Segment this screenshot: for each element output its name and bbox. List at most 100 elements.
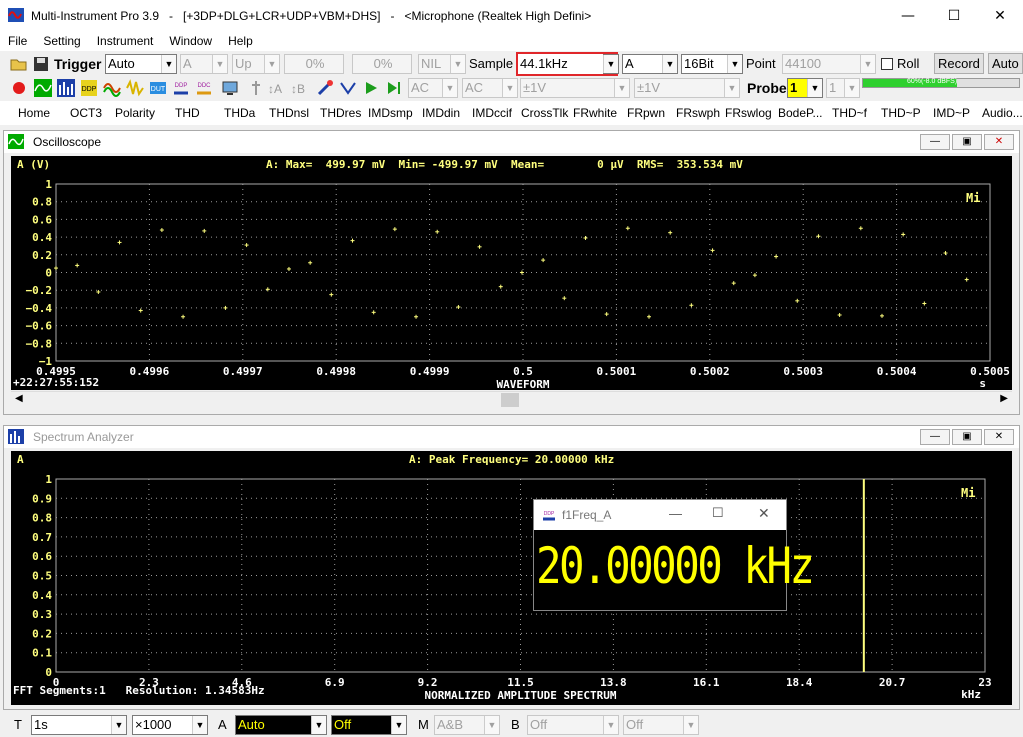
wave-generator-icon[interactable] xyxy=(103,79,121,97)
a-off-select[interactable]: Off ▼ xyxy=(331,715,407,735)
menu-setting[interactable]: Setting xyxy=(35,34,88,48)
sample-channel-select[interactable]: A ▼ xyxy=(622,54,678,74)
spectrum-minimize-button[interactable]: — xyxy=(920,429,950,445)
points-select[interactable]: 44100 ▼ xyxy=(782,54,876,74)
ddc-icon[interactable]: DDC xyxy=(195,79,213,97)
tab-imddin[interactable]: IMDdin xyxy=(422,106,460,120)
tab-imd-p[interactable]: IMD~P xyxy=(933,106,970,120)
dut-icon[interactable]: DUT xyxy=(149,79,167,97)
tab-thd-f[interactable]: THD~f xyxy=(832,106,867,120)
devices-icon[interactable] xyxy=(221,79,239,97)
a-mode-select[interactable]: Auto ▼ xyxy=(235,715,327,735)
range-a-select[interactable]: ±1V ▼ xyxy=(520,78,630,98)
save-icon[interactable] xyxy=(32,55,50,73)
tab-thd-p[interactable]: THD~P xyxy=(881,106,921,120)
y-tick-label: −0.4 xyxy=(26,302,53,315)
record-dot-icon[interactable] xyxy=(10,79,28,97)
tab-frswlog[interactable]: FRswlog xyxy=(725,106,772,120)
close-button[interactable]: ✕ xyxy=(977,0,1023,31)
auto-button[interactable]: Auto xyxy=(988,53,1023,74)
trigger-level-stepper[interactable]: 0% xyxy=(284,54,344,74)
auto-scale-icon[interactable] xyxy=(339,79,357,97)
multimeter-icon[interactable]: DDP xyxy=(80,79,98,97)
trigger-channel-select[interactable]: A ▼ xyxy=(180,54,228,74)
bit-depth-select[interactable]: 16Bit ▼ xyxy=(681,54,743,74)
maximize-button[interactable]: ☐ xyxy=(931,0,977,31)
menu-file[interactable]: File xyxy=(0,34,35,48)
m-select[interactable]: A&B ▼ xyxy=(434,715,500,735)
frequency-meter-close-button[interactable]: ✕ xyxy=(758,505,770,522)
tab-home[interactable]: Home xyxy=(18,106,50,120)
calibrate-icon[interactable] xyxy=(316,79,334,97)
c-off-select[interactable]: Off ▼ xyxy=(623,715,699,735)
coupling-a-select[interactable]: AC ▼ xyxy=(408,78,458,98)
play-icon[interactable] xyxy=(362,79,380,97)
coupling-b-select[interactable]: AC ▼ xyxy=(462,78,518,98)
plot-border xyxy=(55,478,986,673)
trigger-edge-select[interactable]: Up ▼ xyxy=(232,54,280,74)
trigger-mode-select[interactable]: Auto ▼ xyxy=(105,54,177,74)
time-label: T xyxy=(14,717,22,732)
tab-frwhite[interactable]: FRwhite xyxy=(573,106,617,120)
tab-thdnsl[interactable]: THDnsl xyxy=(269,106,309,120)
tab-bodep[interactable]: BodeP... xyxy=(778,106,822,120)
oscilloscope-icon[interactable] xyxy=(34,79,52,97)
range-b-select[interactable]: ±1V ▼ xyxy=(634,78,740,98)
b-off-select[interactable]: Off ▼ xyxy=(527,715,619,735)
oscilloscope-scrollbar[interactable]: ◀ ▶ xyxy=(11,391,1012,408)
waveform-icon[interactable] xyxy=(126,79,144,97)
time-select[interactable]: 1s ▼ xyxy=(31,715,127,735)
probe-b-select[interactable]: 1 ▼ xyxy=(826,78,860,98)
menu-instrument[interactable]: Instrument xyxy=(89,34,162,48)
y-tick-label: 0.4 xyxy=(32,589,52,602)
chevron-down-icon: ▼ xyxy=(311,716,326,734)
sample-rate-dropdown[interactable]: ▼ xyxy=(603,54,619,74)
tab-oct3[interactable]: OCT3 xyxy=(70,106,102,120)
tab-imdccif[interactable]: IMDccif xyxy=(472,106,512,120)
spectrum-display[interactable]: 1 0.9 0.8 0.7 0.6 0.5 0.4 0.3 0.2 0.1 0 0 2.3 4.6 6.9 9… xyxy=(11,451,1012,705)
spectrum-icon[interactable] xyxy=(57,79,75,97)
probe-a-select[interactable]: 1 ▼ xyxy=(787,78,823,98)
oscilloscope-display[interactable]: 1 0.8 0.6 0.4 0.2 0 −0.2 −0.4 −0.6 −0.8 −1 0.4995 0.… xyxy=(11,156,1012,390)
scroll-right-icon[interactable]: ▶ xyxy=(1000,393,1008,404)
minimize-button[interactable]: — xyxy=(885,0,931,31)
window-title: Multi-Instrument Pro 3.9 - [+3DP+DLG+LCR… xyxy=(31,8,592,23)
roll-checkbox[interactable] xyxy=(881,58,893,70)
x-axis-unit: s xyxy=(979,377,986,390)
oscilloscope-restore-button[interactable]: ▣ xyxy=(952,134,982,150)
tab-crosstlk[interactable]: CrossTlk xyxy=(521,106,568,120)
step-icon[interactable] xyxy=(385,79,403,97)
ddp-icon[interactable]: DDP xyxy=(172,79,190,97)
trigger-source-select[interactable]: NIL ▼ xyxy=(418,54,466,74)
oscilloscope-chart: 10.80.60.40.20−0.2−0.4−0.6−0.8−10.4995 0.… xyxy=(13,158,1010,390)
cursor-b-icon[interactable]: ↕B xyxy=(289,79,307,97)
tab-frpwn[interactable]: FRpwn xyxy=(627,106,665,120)
oscilloscope-minimize-button[interactable]: — xyxy=(920,134,950,150)
tab-polarity[interactable]: Polarity xyxy=(115,106,155,120)
x-tick-label: 0.4997 xyxy=(223,365,263,378)
open-folder-icon[interactable] xyxy=(10,55,28,73)
y-tick-label: 0.3 xyxy=(32,608,52,621)
probe-icon[interactable] xyxy=(247,79,265,97)
tab-thd[interactable]: THD xyxy=(175,106,200,120)
tab-frswph[interactable]: FRswph xyxy=(676,106,720,120)
spectrum-restore-button[interactable]: ▣ xyxy=(952,429,982,445)
c-off-value: Off xyxy=(626,717,644,732)
tab-thda[interactable]: THDa xyxy=(224,106,255,120)
tab-audio[interactable]: Audio... xyxy=(982,106,1023,120)
tab-imdsmp[interactable]: IMDsmp xyxy=(368,106,413,120)
record-button[interactable]: Record xyxy=(934,53,984,74)
trigger-delay-stepper[interactable]: 0% xyxy=(352,54,412,74)
scroll-left-icon[interactable]: ◀ xyxy=(15,393,23,404)
cursor-a-icon[interactable]: ↕A xyxy=(266,79,284,97)
oscilloscope-close-button[interactable]: ✕ xyxy=(984,134,1014,150)
range-a-value: ±1V xyxy=(523,80,547,95)
spectrum-close-button[interactable]: ✕ xyxy=(984,429,1014,445)
menu-help[interactable]: Help xyxy=(220,34,261,48)
menu-window[interactable]: Window xyxy=(161,34,220,48)
multiplier-select[interactable]: ×1000 ▼ xyxy=(132,715,208,735)
tab-thdres[interactable]: THDres xyxy=(320,106,361,120)
frequency-meter-maximize-button[interactable]: ☐ xyxy=(712,505,724,521)
frequency-meter-minimize-button[interactable]: — xyxy=(669,506,682,521)
scrollbar-thumb[interactable] xyxy=(501,393,519,407)
